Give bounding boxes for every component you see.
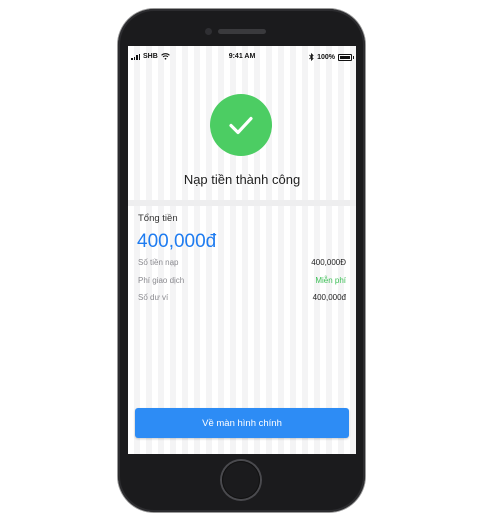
detail-label: Số dư ví [138, 293, 169, 302]
detail-label: Số tiền nạp [138, 258, 179, 267]
battery-percent: 100% [317, 53, 335, 61]
bluetooth-icon [309, 53, 314, 61]
status-right: 100% [309, 53, 354, 61]
total-label: Tổng tiền [138, 213, 178, 224]
detail-row-wallet-balance: Số dư ví 400,000đ [138, 293, 346, 305]
detail-value: 400,000đ [312, 293, 346, 302]
total-amount: 400,000đ [137, 231, 217, 252]
section-divider [128, 200, 356, 206]
front-camera [205, 28, 212, 35]
detail-value: 400,000Đ [311, 258, 346, 267]
status-bar: SHB 9:41 AM 100% [128, 46, 356, 68]
back-to-home-button[interactable]: Về màn hình chính [135, 408, 349, 438]
earpiece-speaker [218, 29, 266, 34]
success-badge [210, 94, 272, 156]
detail-label: Phí giao dịch [138, 276, 185, 285]
success-title: Nạp tiền thành công [183, 172, 301, 187]
detail-value: Miễn phí [315, 276, 346, 285]
checkmark-icon [229, 116, 253, 135]
app-screen: SHB 9:41 AM 100% Nạp tiền thành công Tổn… [128, 46, 356, 454]
device-home-button[interactable] [222, 461, 260, 499]
battery-icon [338, 53, 354, 61]
detail-row-topup-amount: Số tiền nạp 400,000Đ [138, 258, 346, 270]
detail-row-transaction-fee: Phí giao dịch Miễn phí [138, 276, 346, 288]
